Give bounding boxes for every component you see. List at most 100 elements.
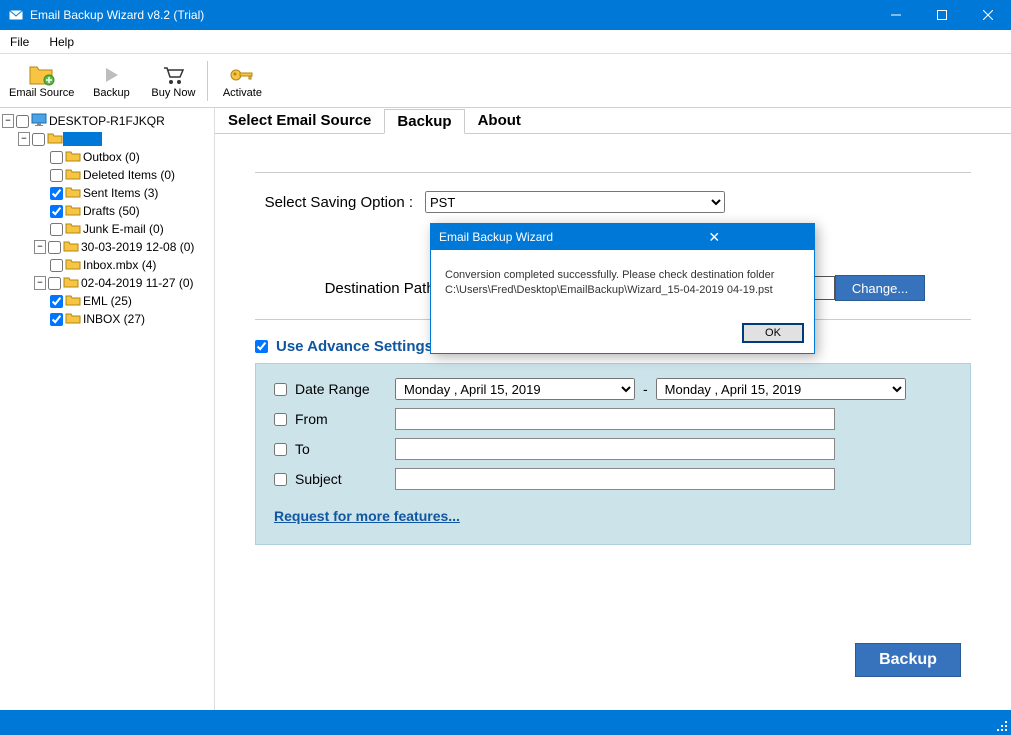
content-area: Select Email Source Backup About Select … xyxy=(215,108,1011,710)
tree-checkbox[interactable] xyxy=(50,295,63,308)
folder-icon xyxy=(47,132,63,147)
tree-item[interactable]: INBOX (27) xyxy=(0,310,214,328)
subject-checkbox[interactable] xyxy=(274,473,287,486)
tree-item-label: Junk E-mail (0) xyxy=(81,222,164,236)
dialog-message-line1: Conversion completed successfully. Pleas… xyxy=(445,268,800,283)
tree-item[interactable]: − 02-04-2019 11-27 (0) xyxy=(0,274,214,292)
tree-checkbox[interactable] xyxy=(50,151,63,164)
folder-icon xyxy=(65,204,81,219)
dialog-body: Conversion completed successfully. Pleas… xyxy=(431,250,814,317)
collapse-icon[interactable]: − xyxy=(34,240,46,254)
dialog-title: Email Backup Wizard xyxy=(439,230,623,244)
status-bar xyxy=(0,710,1011,735)
tree-item[interactable]: Drafts (50) xyxy=(0,202,214,220)
tree-item-label: EML (25) xyxy=(81,294,132,308)
tree-item[interactable]: − 30-03-2019 12-08 (0) xyxy=(0,238,214,256)
date-from-select[interactable]: Monday , April 15, 2019 xyxy=(395,378,635,400)
minimize-button[interactable] xyxy=(873,0,919,30)
tree-item-label: Outbox (0) xyxy=(81,150,140,164)
subject-label: Subject xyxy=(295,471,395,487)
message-dialog: Email Backup Wizard ✕ Conversion complet… xyxy=(430,223,815,354)
to-input[interactable] xyxy=(395,438,835,460)
menu-help[interactable]: Help xyxy=(39,32,84,52)
tree-checkbox[interactable] xyxy=(32,133,45,146)
toolbar-activate[interactable]: Activate xyxy=(212,57,272,105)
desktop-icon xyxy=(31,113,47,130)
tree-checkbox[interactable] xyxy=(50,223,63,236)
tree-checkbox[interactable] xyxy=(48,241,61,254)
saving-option-select[interactable]: PST xyxy=(425,191,725,213)
tree-item-label: Sent Items (3) xyxy=(81,186,158,200)
cart-icon xyxy=(161,63,185,87)
to-checkbox[interactable] xyxy=(274,443,287,456)
saving-option-label: Select Saving Option : xyxy=(255,194,425,211)
tree-item-label: INBOX (27) xyxy=(81,312,145,326)
tree-checkbox[interactable] xyxy=(50,205,63,218)
folder-icon xyxy=(63,276,79,291)
tree-item[interactable]: Deleted Items (0) xyxy=(0,166,214,184)
folder-icon xyxy=(65,168,81,183)
tree-item[interactable]: Inbox.mbx (4) xyxy=(0,256,214,274)
tree-item[interactable]: Junk E-mail (0) xyxy=(0,220,214,238)
folder-icon xyxy=(65,186,81,201)
dialog-title-bar[interactable]: Email Backup Wizard ✕ xyxy=(431,224,814,250)
toolbar: Email Source Backup Buy Now Activate xyxy=(0,54,1011,108)
folder-tree[interactable]: − DESKTOP-R1FJKQR − Outbox (0) Deleted It… xyxy=(0,108,215,710)
folder-icon xyxy=(65,222,81,237)
dialog-close-button[interactable]: ✕ xyxy=(623,229,807,246)
tree-item[interactable]: EML (25) xyxy=(0,292,214,310)
tree-checkbox[interactable] xyxy=(16,115,29,128)
tab-backup[interactable]: Backup xyxy=(384,109,464,134)
tab-about[interactable]: About xyxy=(465,108,534,133)
dialog-ok-button[interactable]: OK xyxy=(742,323,804,343)
tree-root[interactable]: − DESKTOP-R1FJKQR xyxy=(0,112,214,130)
collapse-icon[interactable]: − xyxy=(34,276,46,290)
subject-input[interactable] xyxy=(395,468,835,490)
request-features-link[interactable]: Request for more features... xyxy=(274,508,460,524)
dialog-message-line2: C:\Users\Fred\Desktop\EmailBackup\Wizard… xyxy=(445,283,800,298)
date-range-label: Date Range xyxy=(295,381,395,397)
play-icon xyxy=(101,63,121,87)
tree-item-label: Inbox.mbx (4) xyxy=(81,258,156,272)
folder-icon xyxy=(65,294,81,309)
destination-path-label: Destination Path : xyxy=(255,280,455,297)
toolbar-buy-now[interactable]: Buy Now xyxy=(143,57,203,105)
resize-grip-icon[interactable] xyxy=(995,719,1009,733)
advance-settings-panel: Date Range Monday , April 15, 2019 - Mon… xyxy=(255,363,971,545)
backup-button[interactable]: Backup xyxy=(855,643,961,677)
folder-icon xyxy=(63,240,79,255)
tree-checkbox[interactable] xyxy=(50,187,63,200)
folder-icon xyxy=(65,258,81,273)
tree-item-label: Drafts (50) xyxy=(81,204,140,218)
date-range-checkbox[interactable] xyxy=(274,383,287,396)
folder-plus-icon xyxy=(28,63,56,87)
close-button[interactable] xyxy=(965,0,1011,30)
from-input[interactable] xyxy=(395,408,835,430)
maximize-button[interactable] xyxy=(919,0,965,30)
tree-checkbox[interactable] xyxy=(48,277,61,290)
tree-checkbox[interactable] xyxy=(50,313,63,326)
tree-item-label: 02-04-2019 11-27 (0) xyxy=(79,276,194,290)
date-separator: - xyxy=(643,381,648,397)
tree-item-label: 30-03-2019 12-08 (0) xyxy=(79,240,194,254)
tree-item[interactable]: − xyxy=(0,130,214,148)
collapse-icon[interactable]: − xyxy=(2,114,14,128)
to-label: To xyxy=(295,441,395,457)
tree-checkbox[interactable] xyxy=(50,259,63,272)
change-button[interactable]: Change... xyxy=(835,275,925,301)
folder-icon xyxy=(65,150,81,165)
from-label: From xyxy=(295,411,395,427)
tree-checkbox[interactable] xyxy=(50,169,63,182)
tree-item[interactable]: Outbox (0) xyxy=(0,148,214,166)
tab-select-source[interactable]: Select Email Source xyxy=(215,108,384,133)
from-checkbox[interactable] xyxy=(274,413,287,426)
window-title: Email Backup Wizard v8.2 (Trial) xyxy=(30,8,873,22)
tree-item[interactable]: Sent Items (3) xyxy=(0,184,214,202)
menu-file[interactable]: File xyxy=(0,32,39,52)
collapse-icon[interactable]: − xyxy=(18,132,30,146)
folder-icon xyxy=(65,312,81,327)
toolbar-backup[interactable]: Backup xyxy=(81,57,141,105)
date-to-select[interactable]: Monday , April 15, 2019 xyxy=(656,378,906,400)
menu-bar: File Help xyxy=(0,30,1011,54)
toolbar-email-source[interactable]: Email Source xyxy=(4,57,79,105)
